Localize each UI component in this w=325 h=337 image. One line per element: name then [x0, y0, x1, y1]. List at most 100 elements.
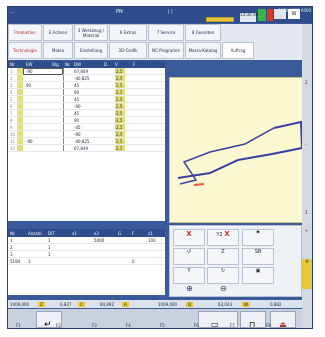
col-header-nr: Nr. — [10, 62, 16, 67]
grid-row[interactable]: 8 90 2,5 — [8, 117, 165, 124]
profile-path — [177, 120, 304, 179]
green-status-light — [258, 9, 266, 21]
parameter-table-header: Nr. Anzahl DIT x1 x2 G F z1 — [8, 229, 165, 237]
parameter-cell: 3 — [28, 259, 31, 264]
row-marker — [17, 117, 23, 123]
parameter-cell: 100 — [148, 238, 156, 243]
parameter-table: Nr. Anzahl DIT x1 x2 G F z1 1 1 5000 100 2 1 3… — [8, 229, 165, 295]
grid-row[interactable]: 7 45 2,5 — [8, 110, 165, 117]
row-v-value: 2,5 — [116, 97, 123, 102]
rotate-y-button[interactable]: Y2 X — [207, 229, 239, 246]
column-divider — [63, 145, 64, 151]
camera-button[interactable]: ▣ — [242, 267, 274, 284]
parameter-cell: 1 — [10, 238, 13, 243]
progress-indicator — [206, 17, 234, 22]
row-v-value: 2,5 — [116, 69, 123, 74]
row-marker — [17, 138, 23, 144]
row-number: 9 — [10, 125, 13, 130]
tab-makro[interactable]: Makro — [43, 42, 73, 59]
tab-nc-programm[interactable]: NC-Programm — [148, 42, 184, 59]
fkey-f4[interactable]: F4 — [126, 323, 131, 328]
row-marker — [17, 145, 23, 151]
row-dw-value: -40,825 — [74, 76, 90, 81]
tab-werkzeug-material[interactable]: 3 Werkzeug / Material — [74, 24, 108, 41]
fkey-f3[interactable]: F3 — [92, 323, 97, 328]
view-ab-button[interactable]: ⚑ — [242, 229, 274, 246]
parameter-row[interactable]: 31 — [8, 251, 165, 258]
tab-einstellung[interactable]: Einstellung — [74, 42, 108, 59]
y-axis-label-2: Y — [187, 268, 191, 274]
function-key-labels: F1 F2 F3 F4 F5 F6 F7 F8 — [8, 322, 312, 328]
grid-row[interactable]: 6 -90 2,5 — [8, 103, 165, 110]
row-number: 7 — [10, 111, 13, 116]
grid-row[interactable]: 12 67,849 2,5 — [8, 145, 165, 152]
fkey-f7[interactable]: F7 — [230, 323, 235, 328]
column-divider — [63, 68, 64, 74]
parameter-cell: 0 — [132, 259, 135, 264]
row-v-value: 2,5 — [116, 125, 123, 130]
status-value-1: 1009,000 — [10, 302, 30, 307]
machine-ui-screen: ... PN [ ] 0000 0000 0000 13:30:16 W Pro… — [7, 6, 313, 329]
rotate-x-button[interactable]: X — [173, 229, 205, 246]
parameter-cell: 1 — [48, 238, 51, 243]
parameter-cell: 5184 — [10, 259, 21, 264]
sb-button[interactable]: SB — [242, 248, 274, 265]
tab-auftrag[interactable]: Auftrag — [222, 42, 254, 59]
fkey-f6[interactable]: F6 — [194, 323, 199, 328]
tab-service[interactable]: 7 Service — [148, 24, 184, 41]
side-tab-label: H — [305, 259, 309, 264]
ph-nr: Nr. — [10, 231, 16, 236]
row-v-value: 2,5 — [116, 111, 123, 116]
tab-favoriten[interactable]: 8 Favoriten — [185, 24, 221, 41]
grid-row[interactable]: 11 -90 -40,825 2,5 — [8, 138, 165, 145]
fkey-f5[interactable]: F5 — [160, 323, 165, 328]
fkey-f8[interactable]: F8 — [266, 323, 271, 328]
grid-row[interactable]: 5 45 2,5 — [8, 96, 165, 103]
zoom-in-icon[interactable]: ⊕ — [186, 284, 193, 293]
rotate-zx-button[interactable]: ↻ — [207, 267, 239, 284]
flag-icon: ⚑ — [255, 230, 261, 236]
grid-row[interactable]: 9 -45 2,5 — [8, 124, 165, 131]
grid-row[interactable]: 4 90 2,5 — [8, 89, 165, 96]
parameter-row[interactable]: 21 — [8, 244, 165, 251]
ph-g: G — [118, 231, 122, 236]
grid-selection-cursor — [23, 68, 63, 75]
tab-technologie[interactable]: Technologie — [8, 42, 42, 59]
bend-graphic-view[interactable] — [169, 77, 312, 223]
row-marker — [17, 82, 23, 88]
rotate-z-button[interactable]: Z — [207, 248, 239, 265]
row-number: 12 — [10, 146, 16, 151]
view-control-panel: X Y2 X ⚑ ↺ Z SB Y ↻ ▣ ⊕ ⊖ — [169, 225, 302, 297]
parameter-row[interactable]: 5184 3 0 — [8, 258, 165, 265]
bend-profile-svg — [177, 120, 304, 186]
tab-makro-katalog[interactable]: Makro-Katalog — [185, 42, 221, 59]
column-divider — [63, 103, 64, 109]
tab-extras[interactable]: 6 Extras — [109, 24, 147, 41]
mini-screen-icon[interactable] — [274, 9, 286, 19]
program-label: PN — [116, 9, 123, 15]
w-button[interactable]: W — [288, 9, 300, 19]
col-header-v: V — [115, 62, 118, 67]
zoom-out-icon[interactable]: ⊖ — [220, 284, 227, 293]
col-header-dw: DW — [74, 62, 82, 67]
fkey-f2[interactable]: F2 — [56, 323, 61, 328]
parameter-row[interactable]: 1 1 5000 100 — [8, 237, 165, 244]
grid-row[interactable]: 3 90 45 2,5 — [8, 82, 165, 89]
fkey-f1[interactable]: F1 — [16, 323, 21, 328]
ph-f: F — [132, 231, 135, 236]
col-header-d: D — [104, 62, 108, 67]
tab-3d-grafik[interactable]: 3D-Grafik — [109, 42, 147, 59]
camera-icon: ▣ — [255, 268, 261, 274]
grid-row[interactable]: 2 -40,825 2,5 — [8, 75, 165, 82]
col-header-nr2: Nr. — [65, 62, 71, 67]
grid-row[interactable]: 10 -90 2,5 — [8, 131, 165, 138]
row-dw-value: -90 — [74, 132, 81, 137]
tab-produktion[interactable]: Produktion — [8, 24, 42, 41]
rotate-xy-button[interactable]: ↺ — [173, 248, 205, 265]
column-divider — [63, 138, 64, 144]
rotate-zy-button[interactable]: Y — [173, 267, 205, 284]
side-handle-tab[interactable]: H — [301, 259, 312, 289]
title-bar: ... PN [ ] 0000 0000 0000 13:30:16 W — [8, 7, 312, 23]
tab-e-achsen[interactable]: E.Achsen — [43, 24, 73, 41]
row-v-value: 2,5 — [116, 83, 123, 88]
